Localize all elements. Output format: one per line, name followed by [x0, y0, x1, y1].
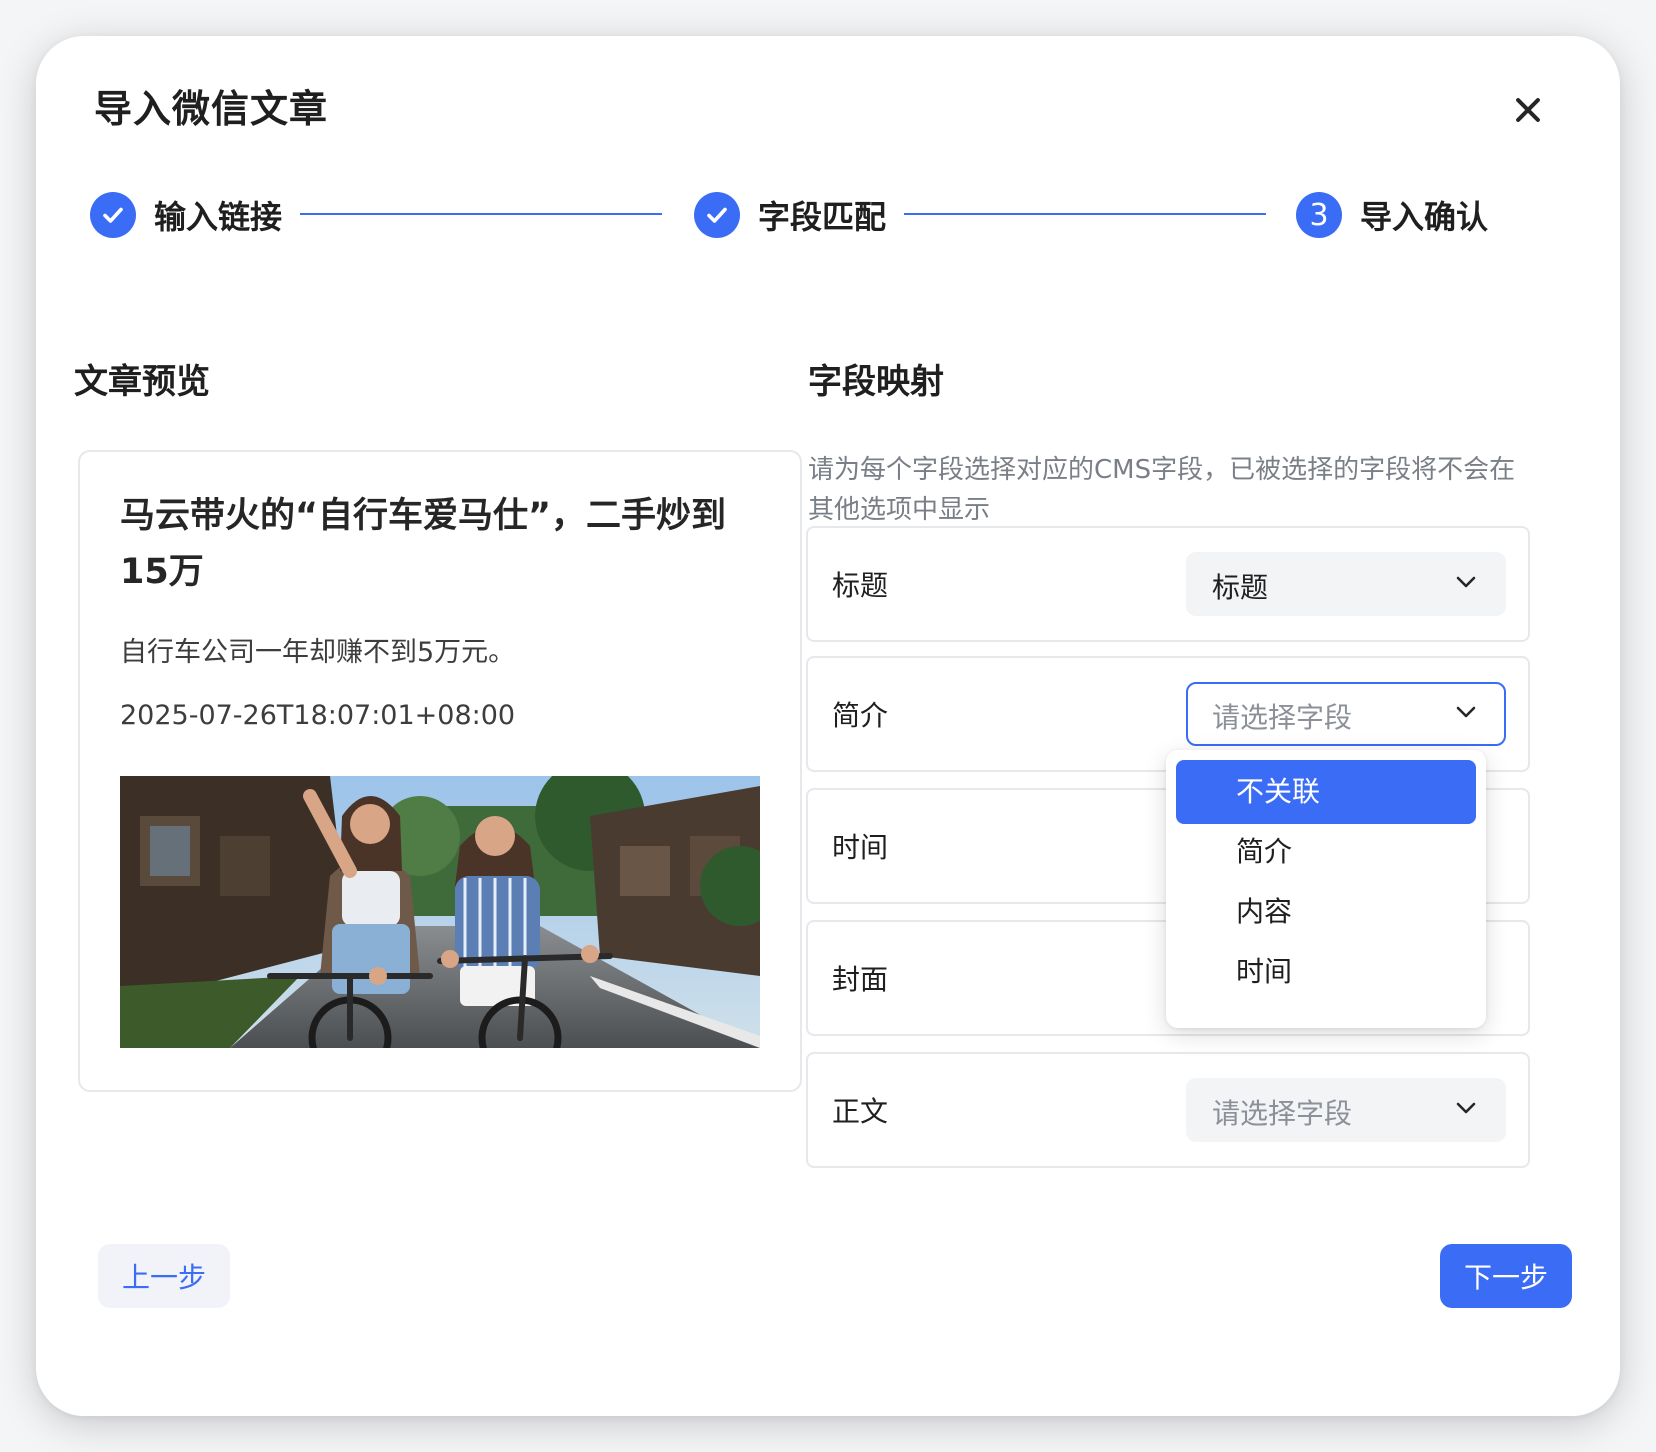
step-label: 输入链接	[154, 198, 283, 236]
field-row-title: 标题 标题	[806, 526, 1530, 642]
chevron-down-icon	[1456, 1102, 1476, 1114]
article-preview-card: 马云带火的“自行车爱马仕”，二手炒到15万 自行车公司一年却赚不到5万元。 20…	[78, 450, 802, 1092]
next-step-button[interactable]: 下一步	[1440, 1244, 1572, 1308]
step-connector	[300, 213, 662, 215]
dropdown-option-time[interactable]: 时间	[1176, 940, 1476, 1004]
cover-image	[120, 776, 760, 1048]
field-select-body[interactable]: 请选择字段	[1186, 1078, 1506, 1142]
check-icon	[90, 192, 136, 238]
article-title: 马云带火的“自行车爱马仕”，二手炒到15万	[120, 496, 727, 592]
field-label: 标题	[832, 569, 889, 602]
step-import-confirm: 3 导入确认	[1296, 184, 1488, 246]
field-label: 简介	[832, 699, 889, 732]
select-placeholder: 请选择字段	[1212, 701, 1353, 734]
article-summary: 自行车公司一年却赚不到5万元。	[120, 637, 516, 668]
step-input-link: 输入链接	[90, 184, 282, 246]
chevron-down-icon	[1456, 576, 1476, 588]
select-value: 标题	[1212, 571, 1269, 604]
dialog-title: 导入微信文章	[94, 87, 329, 131]
select-placeholder: 请选择字段	[1212, 1097, 1353, 1130]
field-label: 时间	[832, 831, 889, 864]
import-dialog: 导入微信文章 输入链接 字段匹配 3 导入确认 文章预览 马云带火的“自行车爱马…	[36, 36, 1620, 1416]
field-label: 封面	[832, 963, 889, 996]
step-label: 字段匹配	[758, 198, 887, 236]
field-row-body: 正文 请选择字段	[806, 1052, 1530, 1168]
dropdown-option-summary[interactable]: 简介	[1176, 820, 1476, 884]
step-field-match: 字段匹配	[694, 184, 886, 246]
article-publish-time: 2025-07-26T18:07:01+08:00	[120, 700, 516, 731]
prev-step-button[interactable]: 上一步	[98, 1244, 230, 1308]
step-label: 导入确认	[1360, 198, 1489, 236]
close-icon[interactable]	[1506, 88, 1550, 132]
step-connector	[904, 213, 1266, 215]
preview-section-title: 文章预览	[74, 362, 210, 402]
field-select-summary[interactable]: 请选择字段	[1186, 682, 1506, 746]
field-select-title[interactable]: 标题	[1186, 552, 1506, 616]
mapping-description: 请为每个字段选择对应的CMS字段，已被选择的字段将不会在其他选项中显示	[808, 455, 1516, 525]
dropdown-option-content[interactable]: 内容	[1176, 880, 1476, 944]
field-select-dropdown: 不关联 简介 内容 时间	[1166, 750, 1486, 1028]
field-label: 正文	[832, 1095, 889, 1128]
step-number-badge: 3	[1296, 192, 1342, 238]
check-icon	[694, 192, 740, 238]
mapping-section-title: 字段映射	[808, 362, 944, 402]
dropdown-option-none[interactable]: 不关联	[1176, 760, 1476, 824]
chevron-down-icon	[1456, 706, 1476, 718]
